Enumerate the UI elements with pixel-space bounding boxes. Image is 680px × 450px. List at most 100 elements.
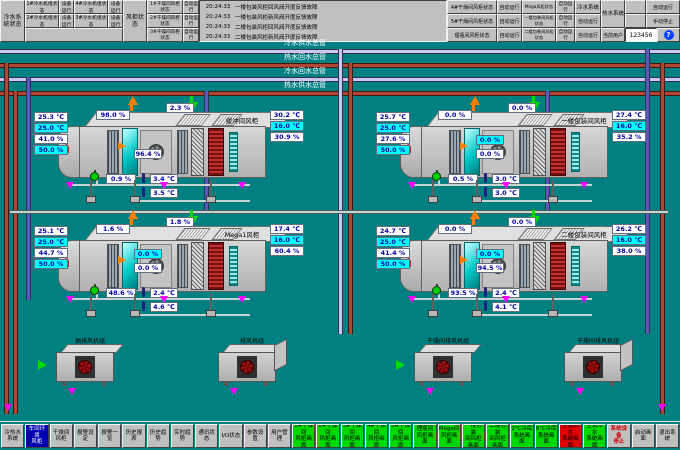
toolbar-button[interactable]: 实时趋势: [171, 424, 194, 448]
toolbar-button[interactable]: 二楼包装 间风柜画面: [486, 424, 509, 448]
value-box: 27.4 ℃: [612, 110, 646, 120]
help-icon[interactable]: ?: [664, 30, 674, 40]
ahu-status-button[interactable]: 4#干燥间风柜状态: [447, 0, 497, 14]
fan-leg: [102, 382, 106, 386]
outlet-coil-icon: [571, 246, 580, 286]
supply-air-arrow-stem-icon: [532, 210, 535, 216]
toolbar-button[interactable]: 通讯状态: [195, 424, 218, 448]
hot-system-state[interactable]: 自动运行: [646, 0, 680, 14]
toolbar-button[interactable]: 8℃冷库 系统画面: [535, 424, 558, 448]
exhaust-fan-unit[interactable]: 抽排风机组: [50, 336, 130, 402]
toolbar-button[interactable]: 2#干燥间 风柜画面: [316, 424, 339, 448]
ahu-status-button[interactable]: 二楼包装间风柜状态: [522, 28, 556, 42]
setpoint-box[interactable]: 25.0 ℃: [376, 123, 410, 133]
louver-panel-icon: [519, 244, 530, 288]
ahu-run-state: 自动运行: [183, 28, 199, 42]
setpoint-box[interactable]: 16.0 ℃: [612, 235, 646, 245]
toolbar-button[interactable]: 用户管理: [268, 424, 291, 448]
toolbar-button[interactable]: 干燥间 风柜: [50, 424, 73, 448]
toolbar-button[interactable]: 2℃冷库 系统画面: [510, 424, 533, 448]
chilled-system-state[interactable]: 自动运行: [575, 14, 601, 28]
chiller-status-button[interactable]: 1#冷水机组状态: [25, 0, 59, 14]
damper-motor-icon: [548, 196, 558, 203]
damper-stem-icon: [210, 180, 212, 196]
toolbar-button[interactable]: Mega间 风柜画面: [438, 424, 461, 448]
toolbar-button[interactable]: 一楼包装 间风柜画面: [462, 424, 485, 448]
setpoint-box[interactable]: 50.0 %: [34, 145, 68, 155]
toolbar-button[interactable]: 1#干燥间 风柜画面: [292, 424, 315, 448]
exhaust-fan-unit[interactable]: 干燥间排风机组: [408, 336, 488, 402]
setpoint-box[interactable]: 16.0 ℃: [270, 121, 304, 131]
exhaust-fan-unit[interactable]: 干燥间排风机组: [558, 336, 638, 402]
toolbar-button[interactable]: 启动画面: [632, 424, 655, 448]
fan-wheel-icon: [436, 360, 450, 374]
toolbar-button[interactable]: I/O状态: [219, 424, 242, 448]
thermometer-icon: [142, 187, 145, 197]
chiller-status-button[interactable]: 3#冷水机组状态: [74, 14, 108, 28]
setpoint-box[interactable]: 50.0 %: [34, 259, 68, 269]
value-box: 41.0 %: [34, 134, 68, 144]
toolbar-button[interactable]: 参数设置: [244, 424, 267, 448]
ahu-body[interactable]: [76, 126, 266, 178]
toolbar-button[interactable]: 报警一览: [98, 424, 121, 448]
ahu-status-button[interactable]: 2#干燥间风柜状态: [147, 14, 183, 28]
hot-system-state[interactable]: 手动停止: [646, 14, 680, 28]
valve-position-value: 0.9 %: [106, 174, 136, 184]
thermometer-icon: [142, 287, 145, 297]
ahu-body[interactable]: [76, 240, 266, 292]
ahu-status-button[interactable]: 1#干燥间风柜状态: [147, 0, 183, 14]
ahu-body[interactable]: [418, 240, 608, 292]
chiller-status-button[interactable]: 4#冷水机组状态: [74, 0, 108, 14]
help-cell: ?: [657, 28, 680, 42]
thermometer-icon: [484, 173, 487, 183]
toolbar-button[interactable]: 空调冷水 系统画面: [583, 424, 606, 448]
alarm-row[interactable]: 20:24:33二楼包装风柜回风阀开度反馈故障: [201, 22, 445, 32]
setpoint-box[interactable]: 25.0 ℃: [376, 237, 410, 247]
airflow-arrow-icon: [4, 404, 12, 411]
ahu-status-button[interactable]: 5#干燥间风柜状态: [447, 14, 497, 28]
exhaust-fan-unit[interactable]: 排风机组: [212, 336, 292, 402]
ahu-body[interactable]: [418, 126, 608, 178]
chiller-run-state: 设备运行: [108, 0, 123, 14]
hot-riser-left-1: [4, 63, 9, 414]
pipe-label-hot-return: 热水回水总管: [250, 53, 360, 61]
toolbar-button[interactable]: 空调热水 系统画面: [559, 424, 582, 448]
airflow-arrow-icon: [66, 182, 74, 189]
exhaust-air-arrow-icon: [470, 96, 480, 105]
fan-leg: [610, 382, 614, 386]
current-user-value[interactable]: 123456: [625, 28, 657, 42]
toolbar-button[interactable]: 历史报表: [122, 424, 145, 448]
setpoint-box[interactable]: 16.0 ℃: [270, 235, 304, 245]
alarm-row[interactable]: 20:24:33一楼包装风柜回风阀开度反馈故障: [201, 2, 445, 12]
toolbar-button[interactable]: 报警设定: [74, 424, 97, 448]
toolbar-button[interactable]: 系统设备 停止: [607, 424, 630, 448]
ahu-status-button[interactable]: Mega风柜状态: [522, 0, 556, 14]
toolbar-button[interactable]: 5#干燥间 风柜画面: [389, 424, 412, 448]
setpoint-box[interactable]: 25.0 ℃: [34, 123, 68, 133]
toolbar-button[interactable]: 3#干燥间 风柜画面: [341, 424, 364, 448]
damper-stem-icon: [210, 294, 212, 310]
chilled-system-state[interactable]: 自动运行: [575, 28, 601, 42]
toolbar-button[interactable]: 退出系统: [656, 424, 679, 448]
value-box: 30.9 %: [270, 132, 304, 142]
toolbar-button[interactable]: 理瓶间 风柜画面: [413, 424, 436, 448]
setpoint-box[interactable]: 50.0 %: [376, 145, 410, 155]
ahu-run-state: 自动运行: [556, 0, 575, 14]
chiller-status-button[interactable]: 2#冷水机组状态: [25, 14, 59, 28]
setpoint-box[interactable]: 16.0 ℃: [612, 121, 646, 131]
exhaust-air-arrow-stem-icon: [130, 105, 133, 111]
toolbar-button[interactable]: 4#干燥间 风柜画面: [365, 424, 388, 448]
ahu-status-button[interactable]: 3#干燥间风柜状态: [147, 28, 183, 42]
setpoint-box[interactable]: 50.0 %: [376, 259, 410, 269]
ahu-status-button[interactable]: 理瓶间风柜状态: [447, 28, 497, 42]
alarm-row[interactable]: 20:24:33一楼包装风柜新风阀开度反馈故障: [201, 12, 445, 22]
thermometer-icon: [142, 301, 145, 311]
toolbar-button[interactable]: 历史趋势: [147, 424, 170, 448]
toolbar-button[interactable]: 车间环境 风柜: [25, 424, 48, 448]
setpoint-box[interactable]: 25.0 ℃: [34, 237, 68, 247]
damper-opening-value: 0.0 %: [508, 103, 536, 113]
cold-riser-center: [338, 49, 343, 334]
ahu-status-button[interactable]: 一楼包装间风柜状态: [522, 14, 556, 28]
toolbar-button[interactable]: 冷热水 系统: [1, 424, 24, 448]
damper-opening-value: 2.3 %: [166, 103, 194, 113]
